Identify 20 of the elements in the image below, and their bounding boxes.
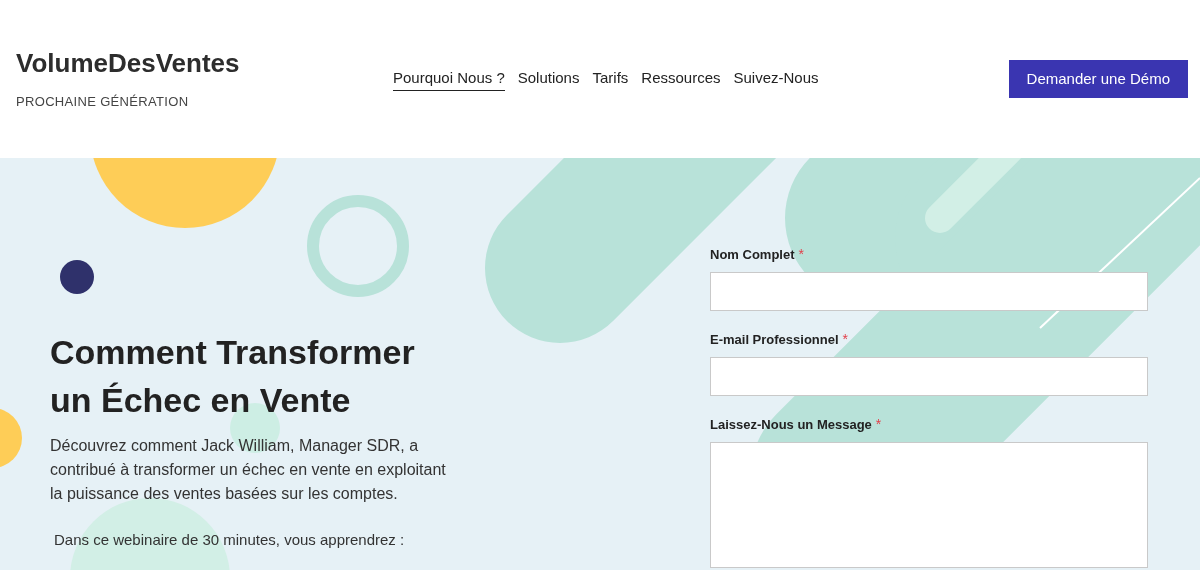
site-logo[interactable]: VolumeDesVentes bbox=[16, 50, 240, 77]
input-field[interactable] bbox=[710, 357, 1148, 396]
request-demo-button[interactable]: Demander une Démo bbox=[1008, 60, 1188, 98]
required-mark: * bbox=[875, 415, 882, 434]
input-field[interactable] bbox=[710, 272, 1148, 311]
nav-link[interactable]: Pourquoi Nous ? bbox=[393, 66, 505, 92]
field-label: E-mail Professionnel bbox=[710, 330, 839, 349]
webinar-intro: Dans ce webinaire de 30 minutes, vous apprendrez : bbox=[54, 530, 405, 550]
nav-link[interactable]: Suivez-Nous bbox=[733, 66, 819, 92]
hero-heading: Comment Transformer un Échec en Vente bbox=[50, 332, 416, 421]
field-label: Laissez-Nous un Message bbox=[710, 415, 872, 434]
nav-link[interactable]: Solutions bbox=[517, 66, 580, 92]
required-mark: * bbox=[842, 330, 849, 349]
nav-link[interactable]: Tarifs bbox=[592, 66, 629, 92]
hero-description: Découvrez comment Jack William, Manager SDR, a contribué à transformer un échec en vente en exploitant la puissance des ventes basées sur les comptes. bbox=[50, 436, 447, 504]
required-mark: * bbox=[798, 245, 804, 264]
message-textarea[interactable] bbox=[710, 442, 1148, 568]
nav-link[interactable]: Ressources bbox=[641, 66, 721, 92]
tagline: PROCHAINE GÉNÉRATION bbox=[16, 93, 189, 112]
field-label: Nom Complet bbox=[710, 245, 795, 264]
